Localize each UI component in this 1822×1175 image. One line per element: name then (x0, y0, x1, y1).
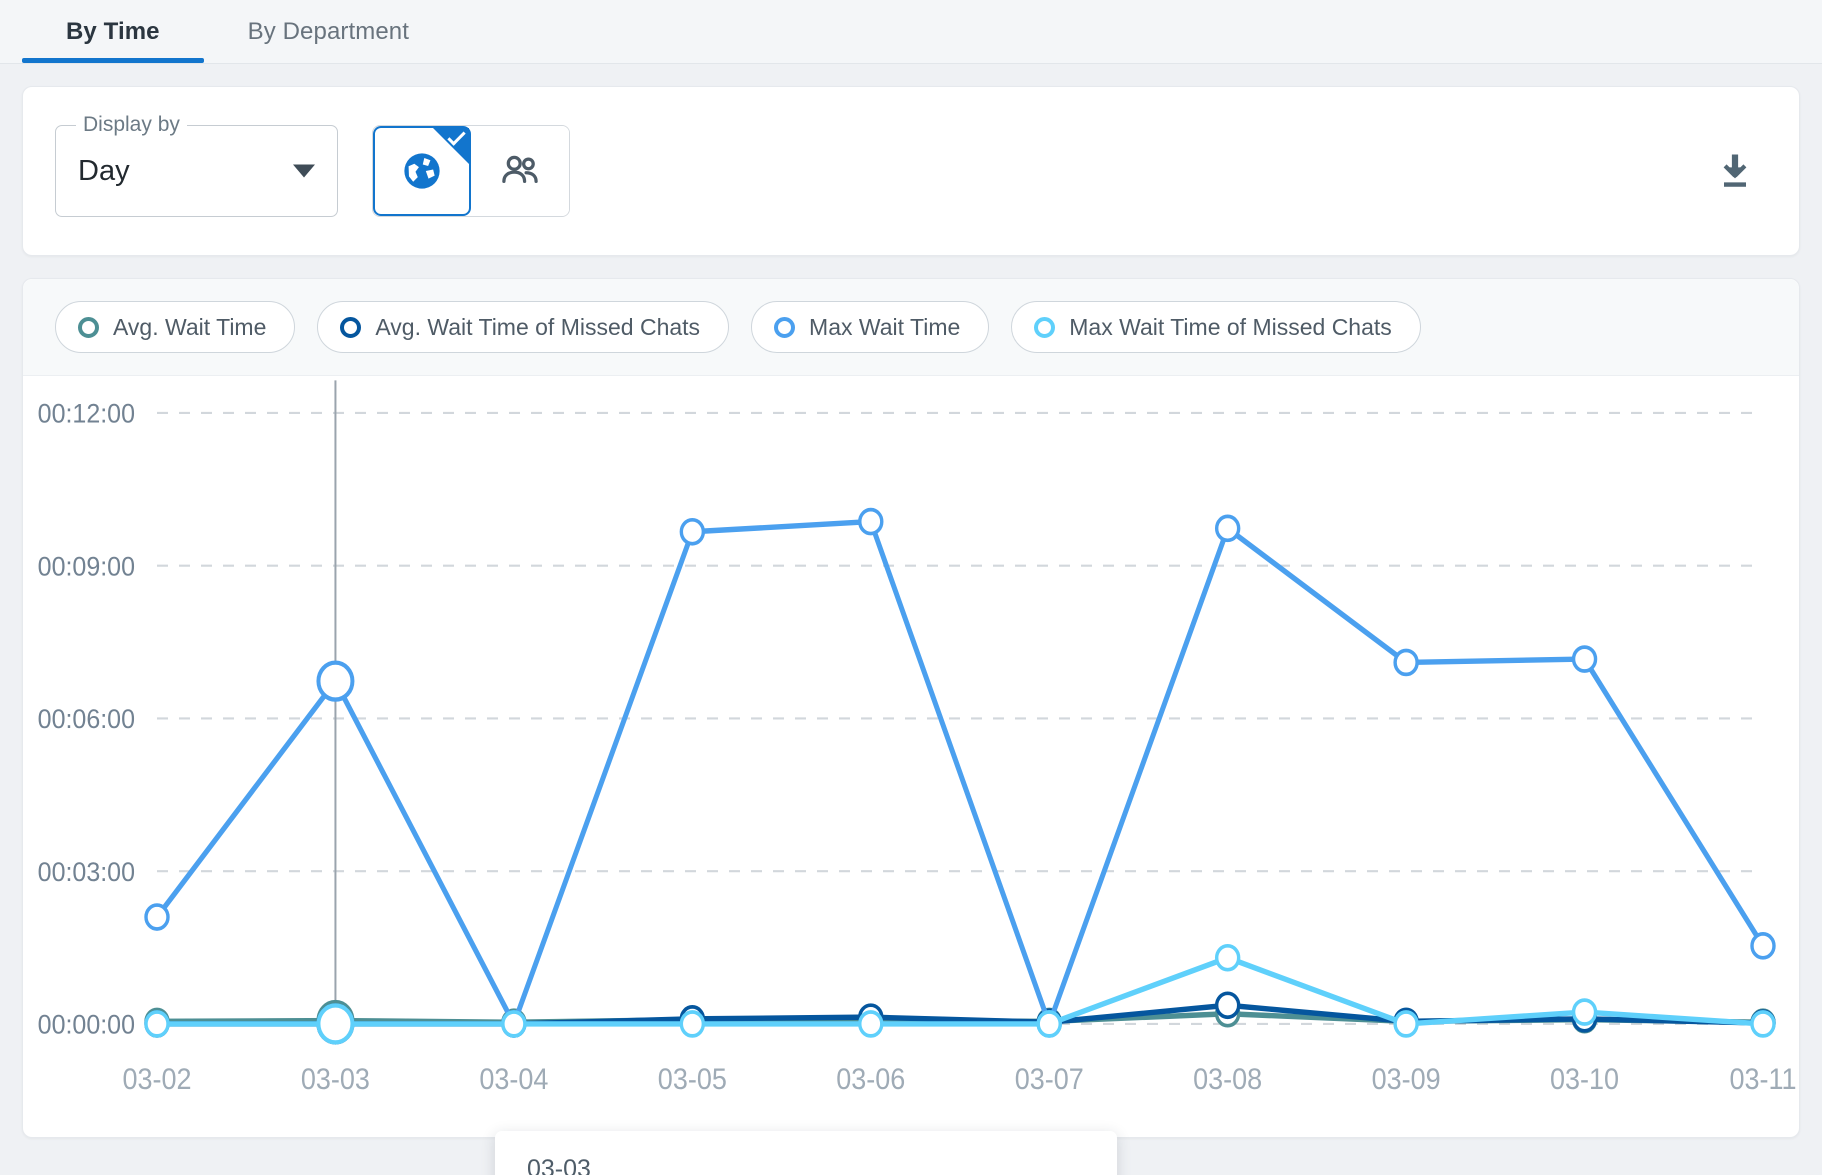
x-axis-tick-label: 03-10 (1550, 1062, 1619, 1095)
data-point-marker[interactable] (681, 520, 703, 544)
x-axis-tick-label: 03-08 (1193, 1062, 1262, 1095)
download-button[interactable] (1707, 143, 1763, 199)
legend-marker-icon (340, 317, 361, 338)
legend-item-label: Max Wait Time of Missed Chats (1069, 314, 1392, 341)
data-point-marker[interactable] (146, 1012, 168, 1036)
legend-item-label: Avg. Wait Time (113, 314, 266, 341)
x-axis-tick-label: 03-02 (122, 1062, 191, 1095)
y-axis-tick-label: 00:12:00 (38, 398, 135, 429)
download-icon (1713, 149, 1757, 193)
line-chart-svg: 00:00:00 00:03:00 00:06:00 00:09:00 00:12:00… (23, 376, 1799, 1137)
chart-tooltip: 03-03 Avg. Wait Time: 00:00:04 Avg. Wait… (495, 1131, 1117, 1175)
legend-marker-icon (78, 317, 99, 338)
display-by-select[interactable]: Display by Day (55, 125, 338, 217)
data-point-marker[interactable] (1217, 516, 1239, 540)
chart-legend: Avg. Wait Time Avg. Wait Time of Missed … (23, 279, 1799, 376)
data-point-marker[interactable] (1217, 946, 1239, 970)
y-axis-tick-label: 00:06:00 (38, 703, 135, 734)
chart-plot-area[interactable]: 00:00:00 00:03:00 00:06:00 00:09:00 00:12:00… (23, 376, 1799, 1137)
y-axis-tick-label: 00:09:00 (38, 551, 135, 582)
tab-by-time[interactable]: By Time (22, 0, 204, 63)
chevron-down-icon (293, 165, 315, 178)
controls-panel: Display by Day (22, 86, 1800, 256)
x-axis-tick-label: 03-03 (301, 1062, 370, 1095)
legend-marker-icon (774, 317, 795, 338)
series-line (157, 958, 1763, 1024)
data-point-marker[interactable] (860, 1012, 882, 1036)
y-axis-tick-label: 00:03:00 (38, 856, 135, 887)
legend-item-label: Max Wait Time (809, 314, 960, 341)
data-point-marker[interactable] (318, 1005, 352, 1042)
data-point-marker[interactable] (1752, 1012, 1774, 1036)
x-axis-tick-label: 03-09 (1372, 1062, 1441, 1095)
series-line (157, 522, 1763, 1024)
legend-item-max-wait-time-missed[interactable]: Max Wait Time of Missed Chats (1011, 301, 1421, 353)
data-point-marker[interactable] (1038, 1012, 1060, 1036)
data-point-marker[interactable] (860, 510, 882, 534)
data-point-marker[interactable] (1395, 650, 1417, 674)
data-point-marker[interactable] (1574, 1000, 1596, 1024)
data-point-marker[interactable] (503, 1012, 525, 1036)
tab-by-department-label: By Department (248, 18, 409, 46)
people-icon (497, 148, 543, 194)
tab-by-department[interactable]: By Department (204, 0, 453, 63)
x-axis-tick-label: 03-04 (479, 1062, 548, 1095)
view-mode-agents-button[interactable] (471, 126, 569, 216)
display-by-label: Display by (76, 113, 187, 137)
legend-item-avg-wait-time-missed[interactable]: Avg. Wait Time of Missed Chats (317, 301, 729, 353)
legend-marker-icon (1034, 317, 1055, 338)
x-axis-tick-label: 03-05 (658, 1062, 727, 1095)
view-mode-global-button[interactable] (373, 126, 471, 216)
data-point-marker[interactable] (1395, 1012, 1417, 1036)
x-axis-tick-label: 03-06 (836, 1062, 905, 1095)
y-axis-tick-label: 00:00:00 (38, 1009, 135, 1040)
data-point-marker[interactable] (1217, 993, 1239, 1017)
display-by-value: Day (78, 155, 130, 188)
data-point-marker[interactable] (146, 905, 168, 929)
x-axis-tick-label: 03-07 (1015, 1062, 1084, 1095)
view-mode-toggle-group (372, 125, 570, 217)
chart-panel: Avg. Wait Time Avg. Wait Time of Missed … (22, 278, 1800, 1138)
tab-bar: By Time By Department (0, 0, 1822, 64)
tab-by-time-label: By Time (66, 18, 160, 46)
x-axis-tick-label: 03-11 (1729, 1062, 1796, 1095)
data-point-marker[interactable] (1752, 934, 1774, 958)
legend-item-avg-wait-time[interactable]: Avg. Wait Time (55, 301, 295, 353)
legend-item-label: Avg. Wait Time of Missed Chats (375, 314, 700, 341)
data-point-marker[interactable] (1574, 647, 1596, 671)
tooltip-title: 03-03 (527, 1155, 1089, 1175)
data-point-marker[interactable] (681, 1012, 703, 1036)
data-point-marker[interactable] (318, 663, 352, 700)
legend-item-max-wait-time[interactable]: Max Wait Time (751, 301, 989, 353)
